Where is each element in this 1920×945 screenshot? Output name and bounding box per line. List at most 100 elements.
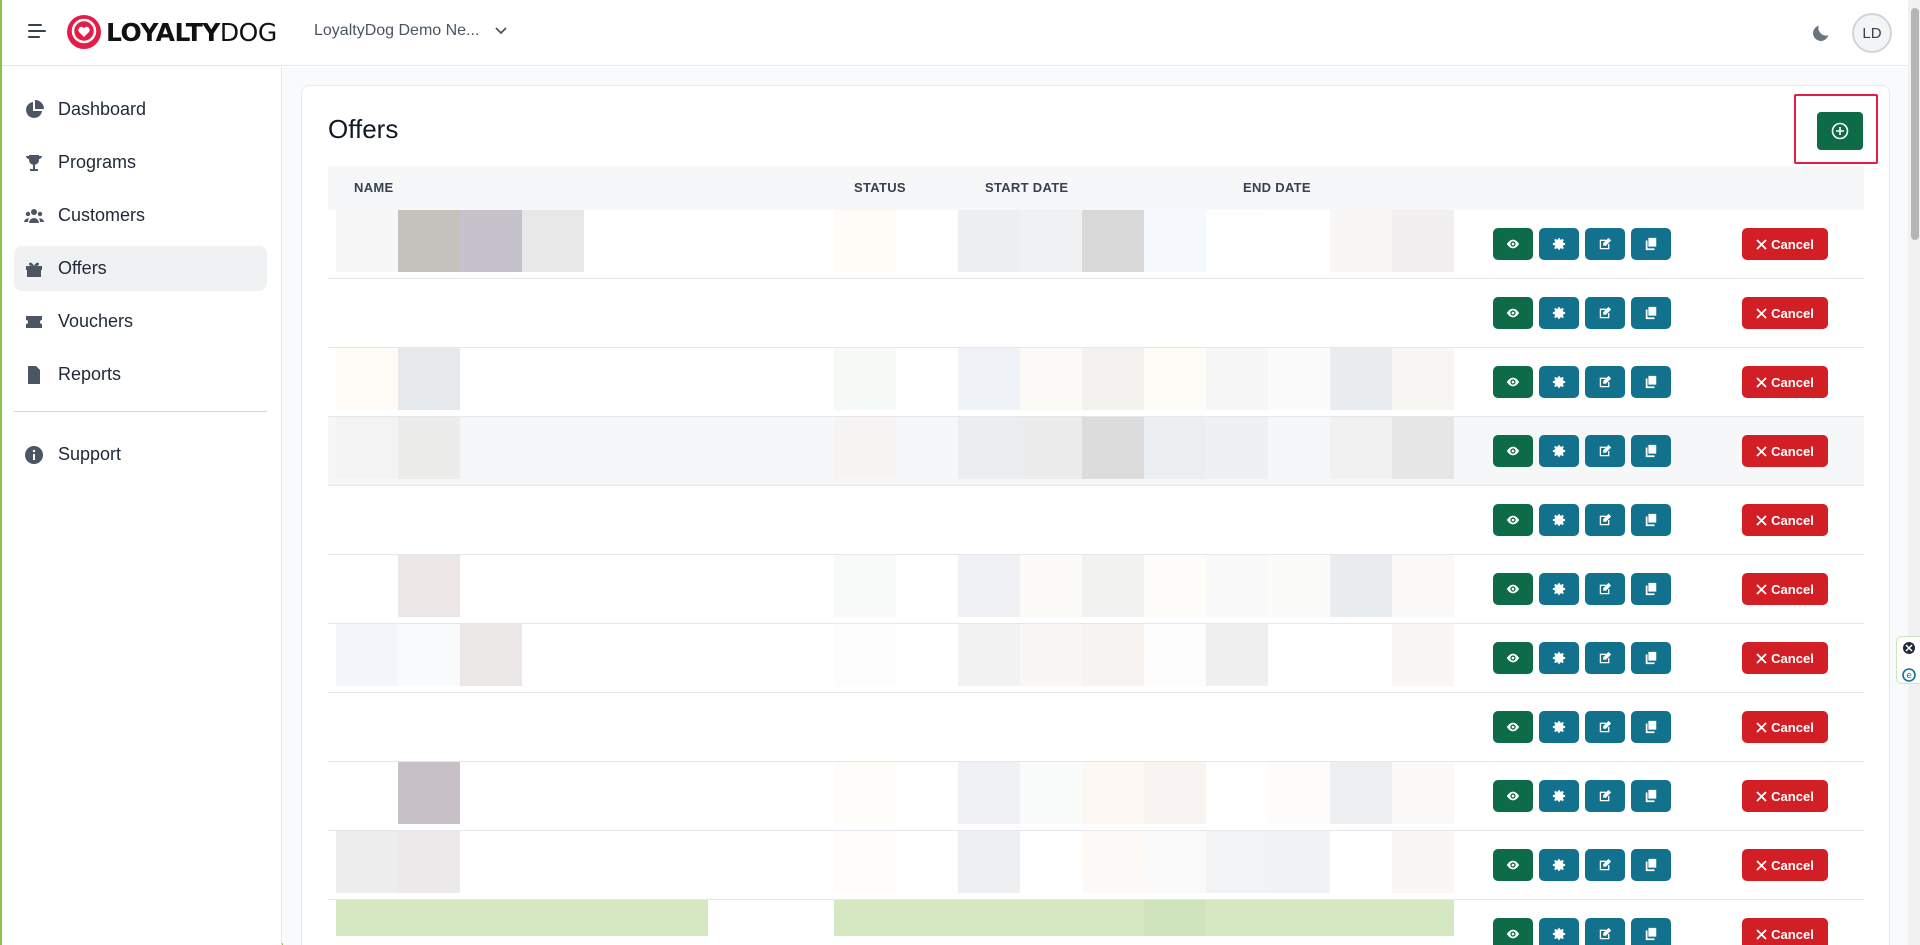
view-button[interactable] — [1493, 642, 1533, 674]
side-widget[interactable]: e — [1896, 636, 1920, 684]
edit-button[interactable] — [1585, 642, 1625, 674]
edit-button[interactable] — [1585, 366, 1625, 398]
duplicate-button[interactable] — [1631, 297, 1671, 329]
page-scrollbar[interactable] — [1908, 0, 1920, 945]
settings-button[interactable] — [1539, 642, 1579, 674]
duplicate-button[interactable] — [1631, 780, 1671, 812]
sidebar-item-offers[interactable]: Offers — [14, 246, 267, 291]
redacted-cell-block — [1082, 831, 1144, 893]
edit-button[interactable] — [1585, 780, 1625, 812]
logo[interactable]: LOYALTYDOG — [66, 14, 277, 50]
column-header-start-date[interactable]: START DATE — [985, 180, 1068, 195]
redacted-cell-block — [958, 210, 1020, 272]
menu-icon[interactable] — [28, 24, 46, 38]
edit-button[interactable] — [1585, 918, 1625, 945]
cancel-button[interactable]: Cancel — [1742, 573, 1828, 605]
duplicate-button[interactable] — [1631, 366, 1671, 398]
duplicate-button[interactable] — [1631, 642, 1671, 674]
cancel-button[interactable]: Cancel — [1742, 711, 1828, 743]
view-button[interactable] — [1493, 366, 1533, 398]
view-button[interactable] — [1493, 573, 1533, 605]
redacted-cell-block — [1082, 762, 1144, 824]
sidebar-item-vouchers[interactable]: Vouchers — [14, 299, 267, 344]
extension-icon[interactable]: e — [1897, 664, 1920, 686]
settings-button[interactable] — [1539, 849, 1579, 881]
redacted-cell-block — [834, 831, 896, 893]
duplicate-button[interactable] — [1631, 918, 1671, 945]
redacted-cell-block — [1392, 624, 1454, 686]
sidebar-item-label: Offers — [58, 258, 107, 278]
cancel-label: Cancel — [1771, 443, 1814, 459]
cancel-button[interactable]: Cancel — [1742, 642, 1828, 674]
settings-button[interactable] — [1539, 366, 1579, 398]
settings-button[interactable] — [1539, 435, 1579, 467]
edit-button[interactable] — [1585, 228, 1625, 260]
cancel-button[interactable]: Cancel — [1742, 228, 1828, 260]
eye-icon — [1506, 377, 1520, 387]
edit-button[interactable] — [1585, 849, 1625, 881]
redacted-cell-block — [1392, 417, 1454, 479]
duplicate-button[interactable] — [1631, 849, 1671, 881]
sidebar-item-reports[interactable]: Reports — [14, 352, 267, 397]
view-button[interactable] — [1493, 780, 1533, 812]
sidebar-item-support[interactable]: Support — [14, 432, 267, 477]
settings-button[interactable] — [1539, 780, 1579, 812]
gear-icon — [1552, 513, 1566, 527]
redacted-cell-block — [1020, 762, 1082, 824]
close-icon[interactable] — [1897, 637, 1920, 659]
sidebar-item-dashboard[interactable]: Dashboard — [14, 87, 267, 132]
settings-button[interactable] — [1539, 918, 1579, 945]
cancel-button[interactable]: Cancel — [1742, 297, 1828, 329]
column-header-name[interactable]: NAME — [354, 180, 393, 195]
settings-button[interactable] — [1539, 504, 1579, 536]
avatar[interactable]: LD — [1852, 13, 1892, 53]
redacted-cell-block — [958, 555, 1020, 617]
organization-select[interactable]: LoyaltyDog Demo Ne... — [314, 22, 508, 40]
add-offer-button[interactable] — [1817, 112, 1863, 150]
cancel-button[interactable]: Cancel — [1742, 366, 1828, 398]
view-button[interactable] — [1493, 918, 1533, 945]
gear-icon — [1552, 789, 1566, 803]
logo-mark-icon — [67, 15, 101, 49]
cancel-button[interactable]: Cancel — [1742, 849, 1828, 881]
redacted-cell-block — [834, 555, 896, 617]
scrollbar-thumb[interactable] — [1911, 8, 1919, 240]
duplicate-button[interactable] — [1631, 504, 1671, 536]
edit-button[interactable] — [1585, 711, 1625, 743]
duplicate-button[interactable] — [1631, 228, 1671, 260]
redacted-cell-block — [834, 900, 896, 936]
sidebar-item-programs[interactable]: Programs — [14, 140, 267, 185]
settings-button[interactable] — [1539, 228, 1579, 260]
copy-icon — [1645, 651, 1657, 665]
redacted-cell-block — [1392, 210, 1454, 272]
dark-mode-toggle-icon[interactable] — [1810, 22, 1832, 44]
view-button[interactable] — [1493, 228, 1533, 260]
edit-button[interactable] — [1585, 504, 1625, 536]
view-button[interactable] — [1493, 849, 1533, 881]
duplicate-button[interactable] — [1631, 711, 1671, 743]
redacted-cell-block — [522, 900, 584, 936]
cancel-button[interactable]: Cancel — [1742, 435, 1828, 467]
column-header-end-date[interactable]: END DATE — [1243, 180, 1311, 195]
duplicate-button[interactable] — [1631, 435, 1671, 467]
view-button[interactable] — [1493, 435, 1533, 467]
cancel-button[interactable]: Cancel — [1742, 918, 1828, 945]
column-header-status[interactable]: STATUS — [854, 180, 906, 195]
sidebar-item-customers[interactable]: Customers — [14, 193, 267, 238]
view-button[interactable] — [1493, 711, 1533, 743]
settings-button[interactable] — [1539, 297, 1579, 329]
table-row: Cancel — [328, 210, 1864, 279]
view-button[interactable] — [1493, 297, 1533, 329]
table-row: Cancel — [328, 624, 1864, 693]
cancel-button[interactable]: Cancel — [1742, 504, 1828, 536]
edit-button[interactable] — [1585, 435, 1625, 467]
cancel-label: Cancel — [1771, 374, 1814, 390]
view-button[interactable] — [1493, 504, 1533, 536]
settings-button[interactable] — [1539, 573, 1579, 605]
duplicate-button[interactable] — [1631, 573, 1671, 605]
edit-button[interactable] — [1585, 297, 1625, 329]
cancel-button[interactable]: Cancel — [1742, 780, 1828, 812]
edit-button[interactable] — [1585, 573, 1625, 605]
settings-button[interactable] — [1539, 711, 1579, 743]
redacted-cell-block — [1144, 900, 1206, 936]
